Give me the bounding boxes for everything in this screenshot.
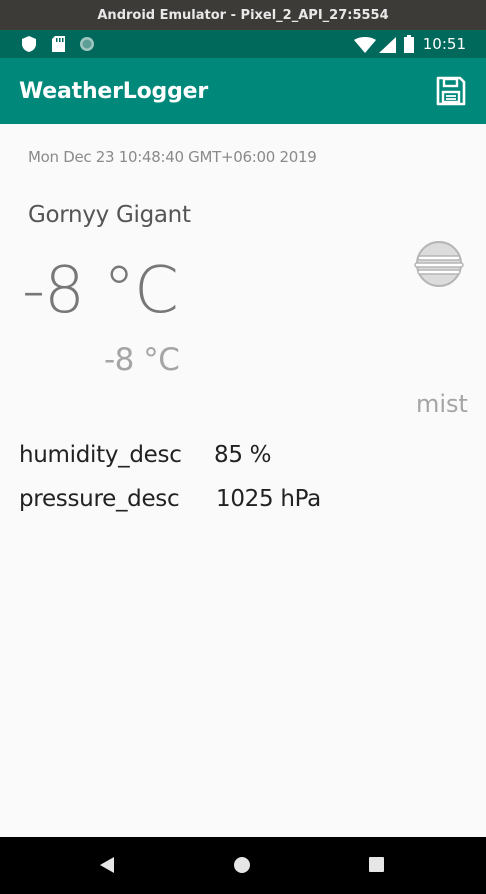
weather-content: Mon Dec 23 10:48:40 GMT+06:00 2019 Gorny…: [0, 124, 486, 837]
status-time: 10:51: [422, 35, 466, 53]
wifi-icon: [354, 37, 376, 58]
back-icon[interactable]: [100, 857, 116, 878]
emulator-window-title: Android Emulator - Pixel_2_API_27:5554: [0, 0, 486, 30]
app-title: WeatherLogger: [19, 79, 208, 104]
humidity-value: 85 %: [214, 442, 272, 468]
weather-description: mist: [416, 390, 468, 418]
weather-datetime: Mon Dec 23 10:48:40 GMT+06:00 2019: [28, 148, 317, 166]
humidity-label: humidity_desc: [19, 442, 182, 468]
home-icon[interactable]: [234, 857, 250, 878]
recents-icon[interactable]: [369, 857, 384, 877]
shield-icon: [22, 36, 36, 57]
app-bar: WeatherLogger: [0, 58, 486, 124]
navigation-bar: [0, 837, 486, 894]
mist-icon: [414, 240, 464, 288]
pressure-value: 1025 hPa: [216, 486, 321, 512]
feels-like-temperature: -8 °C: [104, 342, 180, 378]
city-name: Gornyy Gigant: [28, 202, 191, 228]
save-icon[interactable]: [436, 76, 466, 106]
sd-card-icon: [52, 36, 65, 57]
pressure-label: pressure_desc: [19, 486, 180, 512]
battery-icon: [404, 35, 414, 58]
sync-icon: [79, 36, 95, 57]
status-bar: 10:51: [0, 30, 486, 58]
signal-icon: [379, 37, 396, 58]
temperature: -8 °C: [22, 254, 179, 328]
